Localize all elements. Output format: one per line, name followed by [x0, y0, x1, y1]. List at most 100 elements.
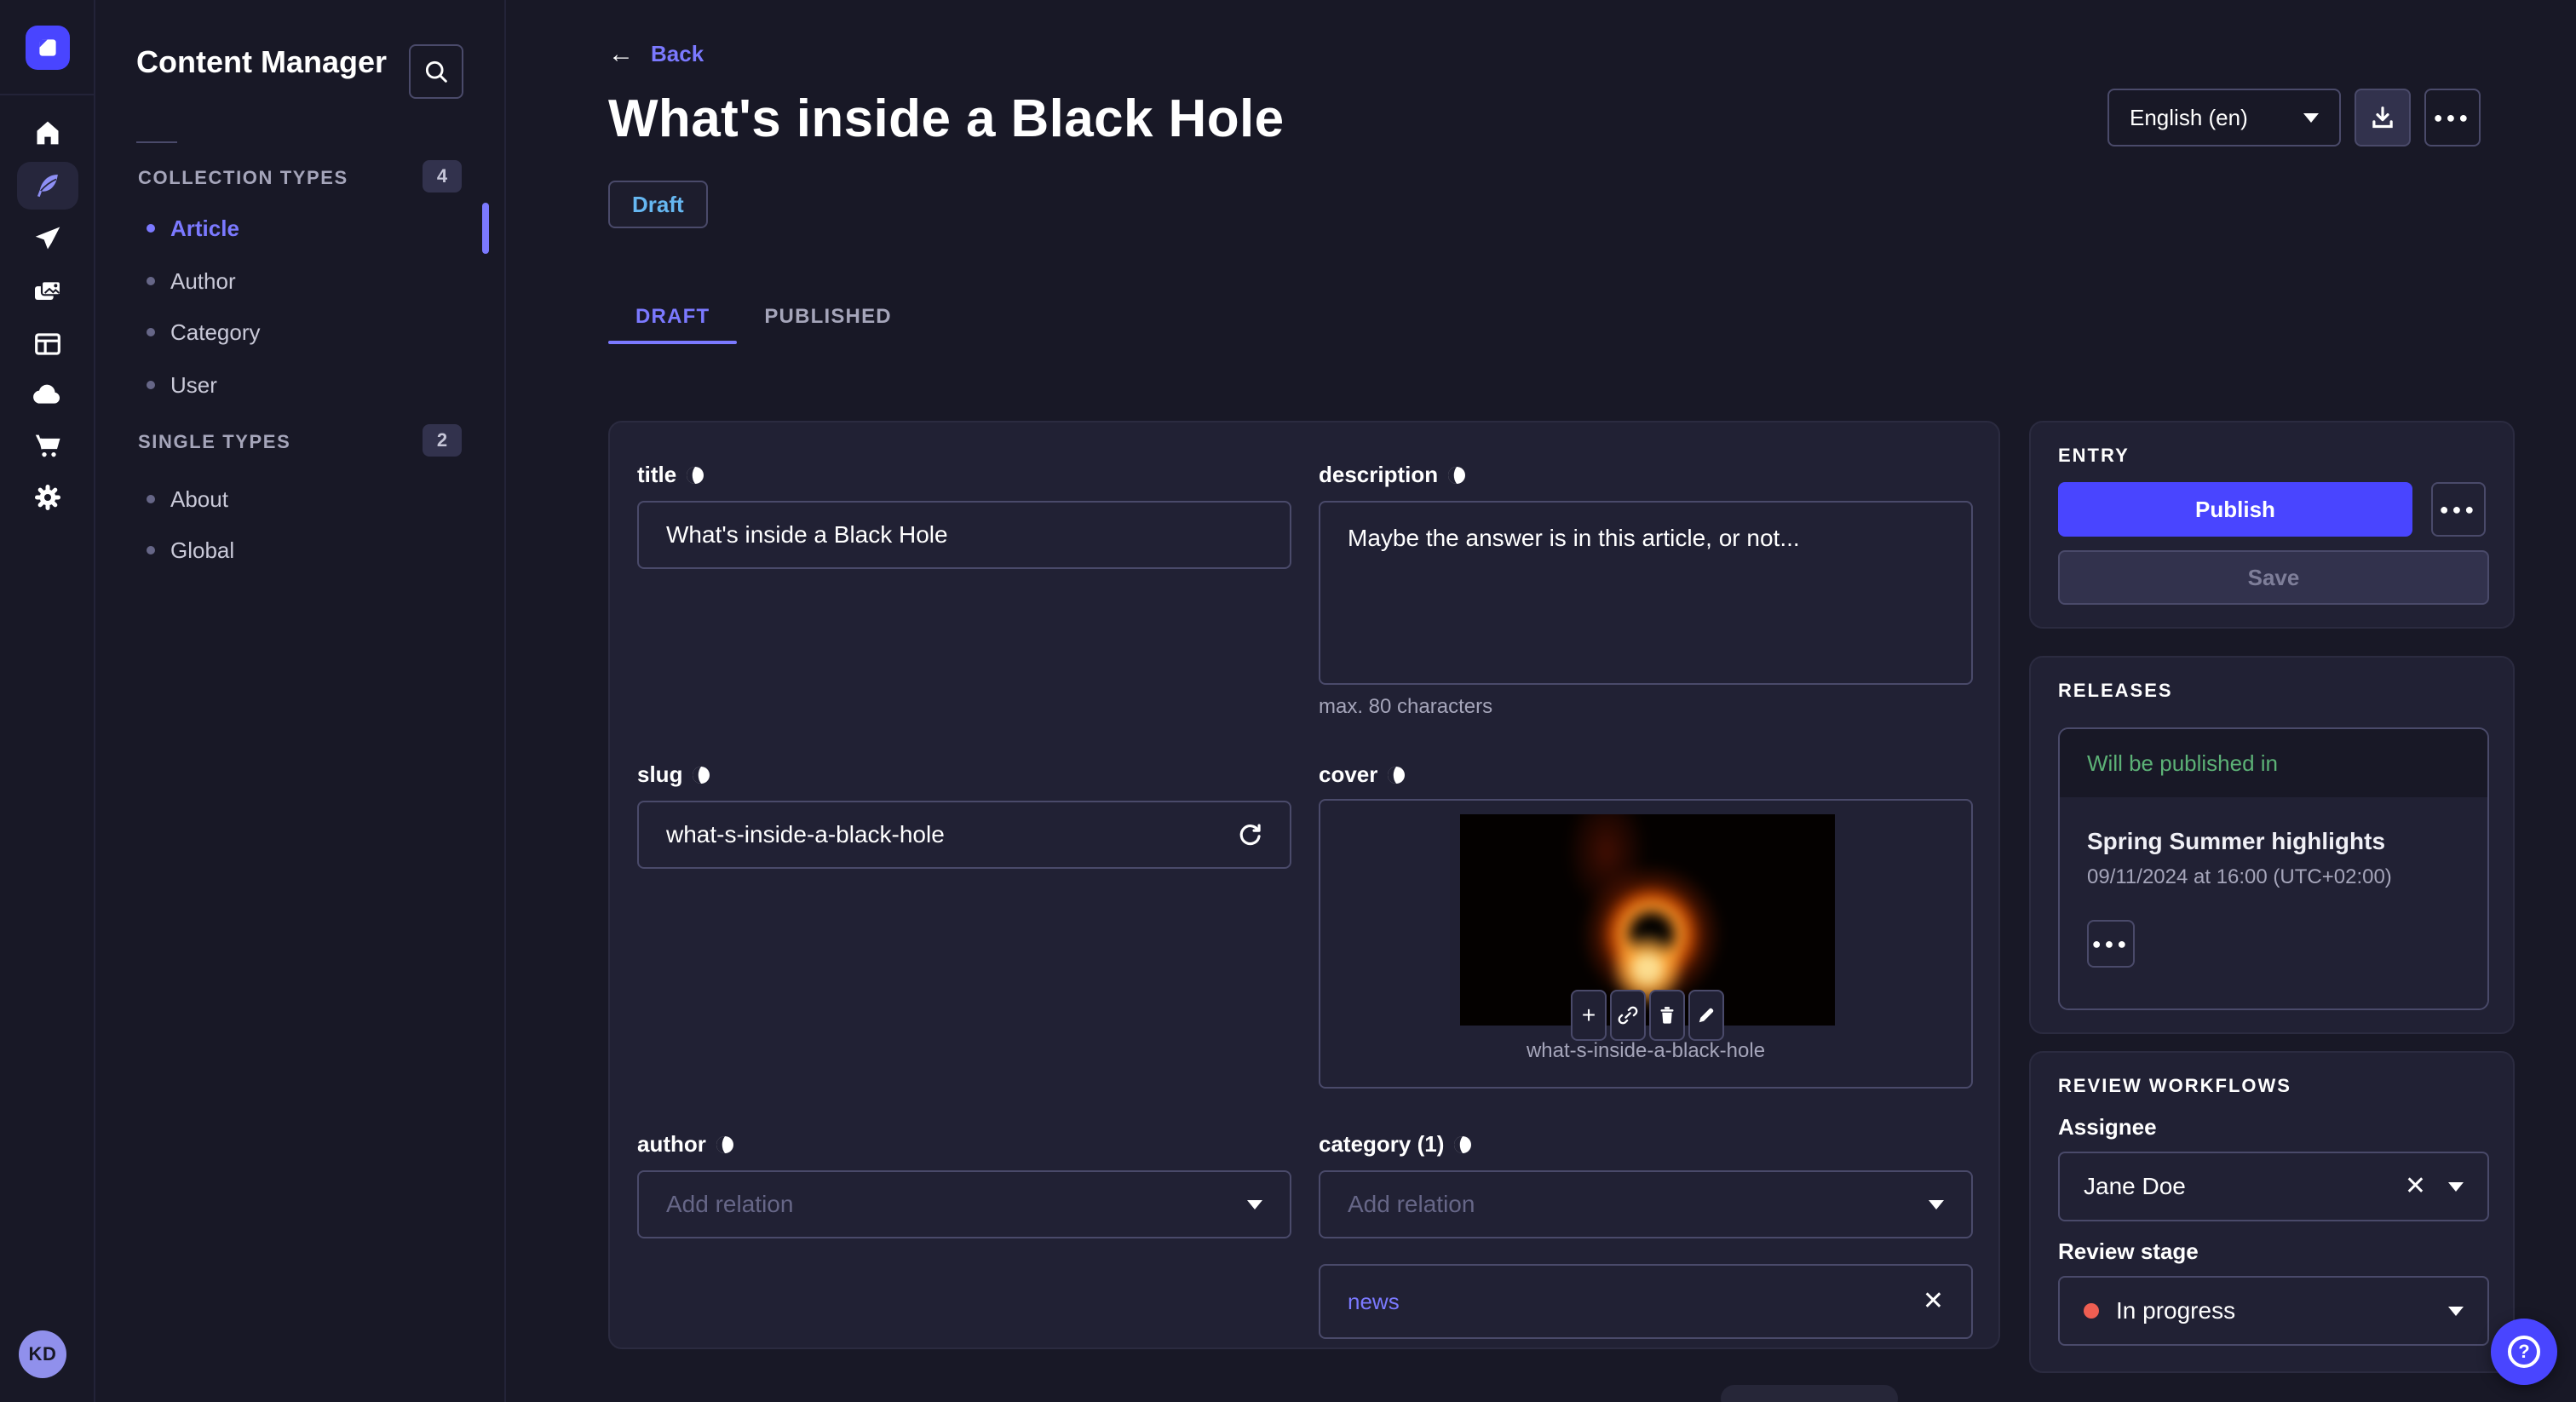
bullet-icon — [147, 495, 155, 503]
locale-globe-icon — [716, 1135, 733, 1153]
add-media-button[interactable]: + — [1571, 990, 1607, 1041]
edit-view: ← Back What's inside a Black Hole Draft … — [506, 0, 2576, 1402]
sidebar-item-article[interactable]: Article — [147, 211, 239, 245]
release-name[interactable]: Spring Summer highlights — [2087, 828, 2460, 855]
cover-field-label: cover — [1319, 761, 1406, 788]
review-workflows-panel: REVIEW WORKFLOWS Assignee Jane Doe ✕ Rev… — [2029, 1051, 2515, 1373]
entry-panel-title: ENTRY — [2058, 445, 2130, 466]
locale-globe-icon — [1454, 1135, 1472, 1153]
locale-globe-icon — [693, 766, 710, 784]
author-relation-select[interactable]: Add relation — [637, 1170, 1291, 1238]
release-datetime: 09/11/2024 at 16:00 (UTC+02:00) — [2087, 865, 2392, 888]
description-textarea[interactable]: Maybe the answer is in this article, or … — [1319, 501, 1973, 685]
cloud-icon[interactable] — [17, 371, 78, 419]
category-relation-select[interactable]: Add relation — [1319, 1170, 1973, 1238]
title-input[interactable]: What's inside a Black Hole — [637, 501, 1291, 569]
bullet-icon — [147, 277, 155, 285]
stage-status-dot — [2084, 1303, 2099, 1319]
assignee-label: Assignee — [2058, 1114, 2157, 1140]
user-avatar[interactable]: KD — [19, 1330, 66, 1378]
description-hint: max. 80 characters — [1319, 695, 1493, 718]
locale-globe-icon — [1448, 466, 1466, 484]
more-options-button[interactable]: ●●● — [2424, 89, 2481, 147]
download-button[interactable] — [2355, 89, 2411, 147]
review-stage-label: Review stage — [2058, 1238, 2199, 1264]
remove-relation-icon[interactable]: ✕ — [1923, 1289, 1944, 1314]
content-type-builder-icon[interactable] — [17, 320, 78, 368]
slug-field-label: slug — [637, 761, 711, 788]
releases-send-icon[interactable] — [17, 215, 78, 262]
clear-assignee-icon[interactable]: ✕ — [2405, 1174, 2426, 1199]
releases-panel-title: RELEASES — [2058, 680, 2173, 701]
tab-published[interactable]: PUBLISHED — [737, 290, 918, 344]
copy-link-button[interactable] — [1610, 990, 1646, 1041]
sidebar-title: Content Manager — [136, 44, 388, 79]
edit-media-button[interactable] — [1688, 990, 1724, 1041]
delete-media-button[interactable] — [1649, 990, 1685, 1041]
chevron-down-icon — [1247, 1199, 1262, 1210]
regenerate-icon[interactable] — [1237, 822, 1262, 848]
release-details: Spring Summer highlights 09/11/2024 at 1… — [2060, 797, 2487, 1008]
header-toolbar: English (en) ●●● — [2107, 89, 2481, 147]
relation-link-news[interactable]: news — [1348, 1289, 1400, 1315]
chevron-down-icon — [2303, 112, 2319, 123]
cover-media-card: + what-s-inside-a-black-hole — [1319, 799, 1973, 1089]
bullet-icon — [147, 328, 155, 336]
entry-panel: ENTRY Publish ●●● Save — [2029, 421, 2515, 629]
sidebar-item-author[interactable]: Author — [147, 264, 236, 298]
locale-globe-icon — [1388, 766, 1406, 784]
strapi-admin: KD Content Manager COLLECTION TYPES 4 Ar… — [0, 0, 2576, 1402]
help-button[interactable]: ? — [2491, 1319, 2557, 1385]
logo-cell — [0, 0, 95, 95]
strapi-logo-icon[interactable] — [26, 26, 70, 70]
active-item-indicator — [482, 203, 489, 254]
publish-button[interactable]: Publish — [2058, 482, 2412, 537]
content-manager-icon[interactable] — [17, 162, 78, 210]
marketplace-cart-icon[interactable] — [17, 422, 78, 470]
locale-globe-icon — [687, 466, 704, 484]
bullet-icon — [147, 546, 155, 554]
sidebar-item-category[interactable]: Category — [147, 315, 261, 349]
ellipsis-icon: ●●● — [2439, 501, 2478, 518]
releases-panel: RELEASES Will be published in Spring Sum… — [2029, 656, 2515, 1034]
media-library-icon[interactable] — [17, 267, 78, 315]
author-field-label: author — [637, 1131, 735, 1158]
sidebar-item-global[interactable]: Global — [147, 533, 234, 567]
version-tabs: DRAFT PUBLISHED — [608, 290, 919, 344]
back-link[interactable]: ← Back — [608, 41, 704, 67]
release-more-button[interactable]: ●●● — [2087, 920, 2135, 968]
title-field-label: title — [637, 462, 705, 488]
sidebar-item-about[interactable]: About — [147, 482, 228, 516]
page-title: What's inside a Black Hole — [608, 89, 1285, 148]
section-single-types: SINGLE TYPES — [138, 431, 291, 452]
section-collection-types: COLLECTION TYPES — [138, 167, 348, 188]
review-stage-select[interactable]: In progress — [2058, 1276, 2489, 1346]
ellipsis-icon: ●●● — [2433, 109, 2472, 126]
review-panel-title: REVIEW WORKFLOWS — [2058, 1075, 2291, 1096]
slug-input[interactable]: what-s-inside-a-black-hole — [637, 801, 1291, 869]
search-button[interactable] — [409, 44, 463, 99]
content-manager-sidebar: Content Manager COLLECTION TYPES 4 Artic… — [95, 0, 506, 1402]
category-relation-item: news ✕ — [1319, 1264, 1973, 1339]
save-button[interactable]: Save — [2058, 550, 2489, 605]
release-status: Will be published in — [2060, 729, 2487, 797]
entry-form-panel: title What's inside a Black Hole descrip… — [608, 421, 2000, 1349]
locale-select[interactable]: English (en) — [2107, 89, 2341, 147]
assignee-combobox[interactable]: Jane Doe ✕ — [2058, 1152, 2489, 1221]
collection-types-count: 4 — [423, 160, 462, 192]
settings-gear-icon[interactable] — [17, 474, 78, 521]
chevron-down-icon — [1929, 1199, 1944, 1210]
description-field-label: description — [1319, 462, 1467, 488]
sidebar-item-user[interactable]: User — [147, 368, 217, 402]
home-icon[interactable] — [17, 109, 78, 157]
entry-more-button[interactable]: ●●● — [2431, 482, 2486, 537]
nav-rail: KD — [0, 0, 95, 1402]
cover-filename: what-s-inside-a-black-hole — [1526, 1039, 1766, 1062]
chevron-down-icon — [2448, 1306, 2464, 1316]
scroll-peek-button[interactable] — [1721, 1385, 1898, 1402]
divider — [136, 141, 177, 143]
release-card: Will be published in Spring Summer highl… — [2058, 727, 2489, 1010]
chevron-down-icon — [2448, 1181, 2464, 1192]
category-field-label: category (1) — [1319, 1131, 1473, 1158]
tab-draft[interactable]: DRAFT — [608, 290, 737, 344]
